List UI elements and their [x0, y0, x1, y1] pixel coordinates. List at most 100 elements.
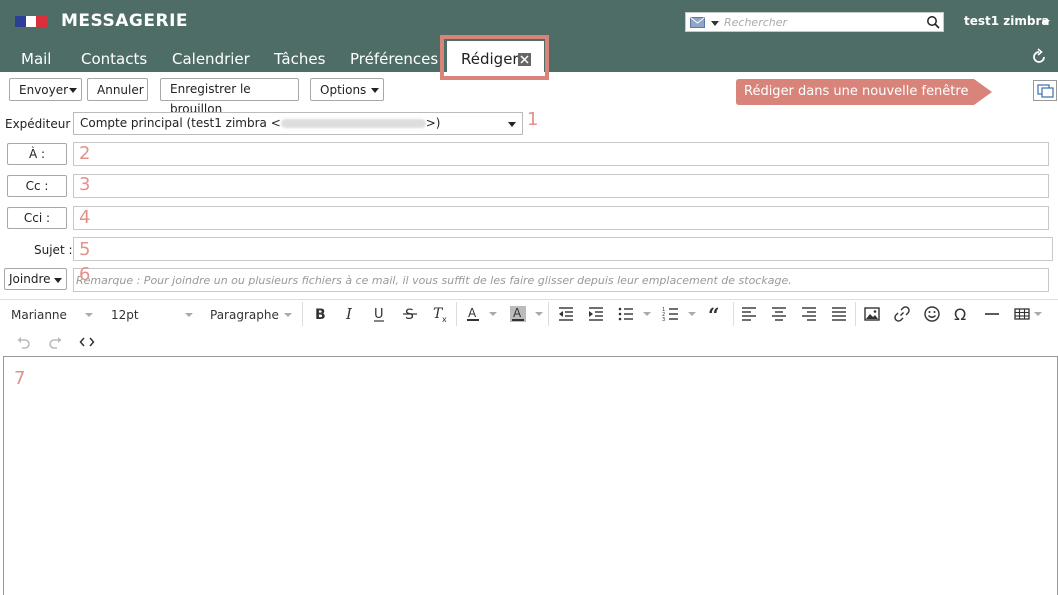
send-caret-icon[interactable]	[69, 88, 77, 93]
toolbar-separator	[855, 302, 856, 326]
new-window-icon	[1037, 84, 1054, 98]
attach-button[interactable]: Joindre	[4, 268, 67, 290]
bullet-list-caret-icon[interactable]	[643, 312, 651, 316]
subject-label: Sujet :	[34, 243, 73, 257]
background-color-icon[interactable]: A	[509, 305, 527, 323]
cc-button[interactable]: Cc :	[7, 175, 67, 197]
open-new-window-button[interactable]	[1033, 80, 1057, 101]
tab-tasks[interactable]: Tâches	[274, 50, 325, 72]
annotation-2: 2	[79, 143, 91, 164]
undo-icon[interactable]	[15, 334, 31, 350]
horizontal-rule-icon[interactable]	[983, 305, 1001, 323]
from-select-caret-icon[interactable]	[508, 122, 516, 127]
annotation-4: 4	[79, 207, 91, 228]
svg-text:B: B	[315, 307, 326, 323]
clear-format-icon[interactable]: Tx	[431, 305, 449, 323]
justify-icon[interactable]	[830, 305, 848, 323]
svg-text:S: S	[405, 307, 414, 323]
toolbar-separator	[548, 302, 549, 326]
user-menu-caret-icon[interactable]	[1042, 20, 1050, 25]
from-label: Expéditeur :	[5, 117, 79, 131]
bcc-button[interactable]: Cci :	[7, 207, 67, 229]
annotation-1: 1	[527, 109, 539, 130]
save-draft-button[interactable]: Enregistrer le brouillon	[160, 78, 299, 116]
send-button-label: Envoyer	[19, 82, 69, 97]
options-button-label: Options	[320, 82, 367, 97]
close-tab-icon[interactable]	[518, 53, 531, 66]
numbered-list-icon[interactable]: 123	[662, 305, 680, 323]
compose-window: MESSAGERIE test1 zimbra Mail Contacts Ca…	[0, 0, 1058, 595]
bold-icon[interactable]: B	[311, 305, 329, 323]
annotation-5: 5	[79, 239, 91, 260]
options-button[interactable]: Options	[310, 78, 384, 101]
subject-input[interactable]	[73, 237, 1053, 261]
tab-compose-label: Rédiger	[461, 50, 519, 68]
search-bar[interactable]	[685, 12, 944, 32]
tab-preferences[interactable]: Préférences	[350, 50, 438, 72]
svg-text:I: I	[345, 305, 353, 323]
svg-text:3: 3	[662, 317, 665, 323]
align-left-icon[interactable]	[740, 305, 758, 323]
toolbar-separator	[456, 302, 457, 326]
svg-text:A: A	[468, 306, 477, 320]
cc-input[interactable]	[73, 174, 1049, 198]
mail-icon[interactable]	[690, 17, 705, 28]
strikethrough-icon[interactable]: S	[401, 305, 419, 323]
redo-icon[interactable]	[48, 334, 64, 350]
svg-text:x: x	[442, 315, 447, 323]
background-color-caret-icon[interactable]	[535, 312, 543, 316]
align-right-icon[interactable]	[800, 305, 818, 323]
refresh-icon[interactable]	[1030, 48, 1048, 66]
font-size-caret-icon[interactable]	[185, 313, 193, 317]
app-title: MESSAGERIE	[61, 11, 189, 31]
search-input[interactable]	[724, 15, 919, 30]
toolbar-separator	[302, 302, 303, 326]
top-header: MESSAGERIE test1 zimbra Mail Contacts Ca…	[0, 0, 1058, 72]
text-color-icon[interactable]: A	[464, 305, 482, 323]
to-button[interactable]: À :	[7, 143, 67, 165]
bullet-list-icon[interactable]	[617, 305, 635, 323]
send-button[interactable]: Envoyer	[9, 78, 82, 101]
attach-hint: Remarque : Pour joindre un ou plusieurs …	[76, 274, 792, 287]
insert-table-caret-icon[interactable]	[1034, 312, 1042, 316]
svg-text:“: “	[708, 305, 720, 323]
from-select[interactable]: Compte principal (test1 zimbra < >)	[73, 112, 523, 135]
tab-compose[interactable]: Rédiger	[447, 41, 544, 72]
font-family-caret-icon[interactable]	[85, 313, 93, 317]
source-code-icon[interactable]	[79, 334, 95, 350]
bcc-input[interactable]	[73, 206, 1049, 230]
annotation-3: 3	[79, 174, 91, 195]
message-body-editor[interactable]	[3, 356, 1058, 595]
numbered-list-caret-icon[interactable]	[688, 312, 696, 316]
new-window-callout-text: Rédiger dans une nouvelle fenêtre	[744, 84, 969, 99]
blockquote-icon[interactable]: “	[707, 305, 725, 323]
italic-icon[interactable]: I	[341, 305, 359, 323]
search-type-caret-icon[interactable]	[711, 21, 719, 26]
search-icon[interactable]	[926, 15, 940, 29]
cancel-button[interactable]: Annuler	[87, 78, 148, 101]
tab-calendar[interactable]: Calendrier	[172, 50, 250, 72]
outdent-icon[interactable]	[557, 305, 575, 323]
tab-mail[interactable]: Mail	[21, 50, 51, 72]
align-center-icon[interactable]	[770, 305, 788, 323]
attach-caret-icon[interactable]	[54, 278, 62, 283]
svg-text:U: U	[374, 307, 384, 322]
indent-icon[interactable]	[587, 305, 605, 323]
to-input[interactable]	[73, 142, 1049, 166]
insert-link-icon[interactable]	[893, 305, 911, 323]
user-menu[interactable]: test1 zimbra	[964, 14, 1050, 28]
underline-icon[interactable]: U	[370, 305, 388, 323]
insert-table-icon[interactable]	[1013, 305, 1031, 323]
redacted-email	[280, 119, 426, 128]
insert-image-icon[interactable]	[863, 305, 881, 323]
from-value-prefix: Compte principal (test1 zimbra <	[80, 116, 281, 130]
tab-contacts[interactable]: Contacts	[81, 50, 147, 72]
text-color-caret-icon[interactable]	[489, 312, 497, 316]
special-character-icon[interactable]: Ω	[953, 305, 971, 323]
font-size-select[interactable]: 12pt	[111, 308, 139, 322]
emoticon-icon[interactable]	[923, 305, 941, 323]
font-family-select[interactable]: Marianne	[11, 308, 67, 322]
block-format-select[interactable]: Paragraphe	[210, 308, 279, 322]
block-format-caret-icon[interactable]	[284, 313, 292, 317]
options-caret-icon[interactable]	[371, 88, 379, 93]
